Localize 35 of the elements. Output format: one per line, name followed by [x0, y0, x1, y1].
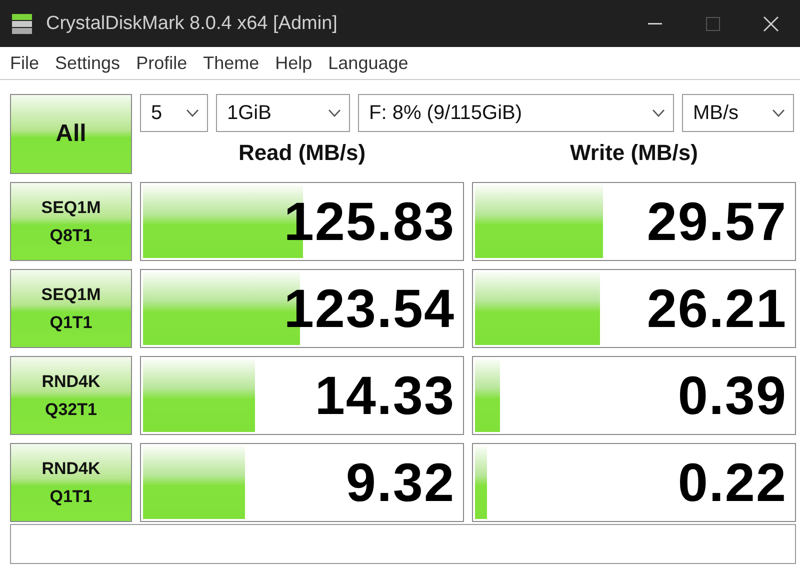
minimize-icon	[648, 22, 662, 24]
menu-item[interactable]: Language	[320, 52, 416, 74]
result-value: 0.22	[678, 452, 788, 514]
test-button[interactable]: RND4K Q32T1	[10, 356, 132, 435]
chevron-icon	[328, 109, 341, 117]
close-icon	[763, 16, 779, 32]
maximize-icon	[706, 16, 720, 30]
unit-dropdown[interactable]: MB/s	[682, 94, 794, 132]
test-button[interactable]: SEQ1M Q1T1	[10, 269, 132, 348]
result-value: 14.33	[314, 364, 456, 426]
size-dropdown[interactable]: 1GiB	[216, 94, 350, 132]
menu-item[interactable]: Settings	[47, 52, 128, 74]
chevron-icon	[772, 109, 785, 117]
menu-item[interactable]: File	[2, 52, 48, 74]
test-button[interactable]: SEQ1M Q8T1	[10, 182, 132, 261]
menu-item[interactable]: Help	[267, 52, 320, 74]
menu-item[interactable]: Profile	[128, 52, 196, 74]
drive-dropdown[interactable]: F: 8% (9/115GiB)	[358, 94, 674, 132]
all-button[interactable]: All	[10, 94, 132, 174]
test-button[interactable]: RND4K Q1T1	[10, 443, 132, 522]
column-header: Read (MB/s)	[237, 140, 367, 166]
comment-field[interactable]	[10, 524, 796, 564]
result-value: 123.54	[284, 278, 456, 340]
result-value: 0.39	[678, 364, 788, 426]
window-title: CrystalDiskMark 8.0.4 x64 [Admin]	[46, 12, 338, 34]
chevron-icon	[652, 109, 665, 117]
menu-item[interactable]: Theme	[195, 52, 268, 74]
result-value: 29.57	[646, 190, 788, 252]
count-dropdown[interactable]: 5	[140, 94, 208, 132]
column-header: Write (MB/s)	[569, 140, 699, 166]
chevron-icon	[186, 109, 199, 117]
result-value: 125.83	[284, 190, 456, 252]
result-value: 9.32	[346, 452, 456, 514]
disk-icon	[10, 12, 34, 36]
result-value: 26.21	[646, 278, 788, 340]
